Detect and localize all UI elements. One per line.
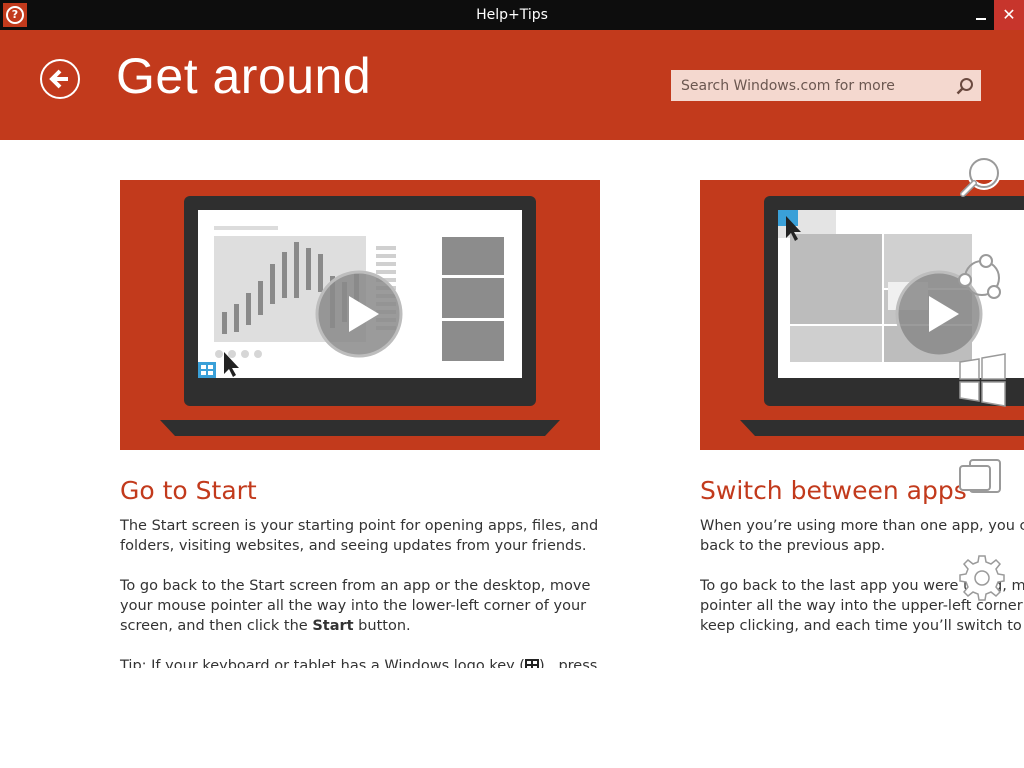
back-arrow-icon bbox=[49, 69, 68, 89]
card-description: The Start screen is your starting point … bbox=[120, 516, 600, 668]
paragraph: The Start screen is your starting point … bbox=[120, 518, 599, 554]
devices-charm[interactable] bbox=[950, 448, 1016, 508]
card-title: Go to Start bbox=[120, 476, 257, 505]
page-header: Get around bbox=[0, 30, 1024, 140]
page-title: Get around bbox=[116, 48, 372, 104]
tip-card-go-to-start: Go to Start The Start screen is your sta… bbox=[120, 180, 600, 668]
window-title: Help+Tips bbox=[476, 7, 548, 23]
windows-key-icon bbox=[524, 659, 539, 668]
text-span: button. bbox=[353, 618, 411, 634]
back-button[interactable] bbox=[40, 59, 80, 99]
paragraph: To go back to the Start screen from an a… bbox=[120, 576, 600, 636]
close-button[interactable]: ✕ bbox=[994, 0, 1024, 30]
content-area: Go to Start The Start screen is your sta… bbox=[0, 140, 1024, 668]
minimize-button[interactable] bbox=[966, 0, 994, 30]
devices-charm-icon bbox=[959, 459, 1001, 493]
search-input[interactable] bbox=[671, 70, 941, 101]
start-charm[interactable] bbox=[950, 350, 1016, 410]
search-charm[interactable] bbox=[950, 150, 1016, 210]
settings-charm[interactable] bbox=[950, 548, 1016, 608]
minimize-icon bbox=[976, 18, 986, 20]
charms-bar bbox=[950, 150, 1020, 601]
text-span: Tip: If your keyboard or tablet has a Wi… bbox=[120, 658, 525, 668]
paragraph: Tip: If your keyboard or tablet has a Wi… bbox=[120, 656, 600, 668]
share-charm-icon bbox=[958, 254, 1001, 299]
video-thumbnail-go-to-start[interactable] bbox=[120, 180, 600, 450]
search-icon[interactable] bbox=[955, 76, 975, 96]
card-title: Switch between apps bbox=[700, 476, 967, 505]
start-bold-text: Start bbox=[312, 618, 354, 634]
windows-logo-icon bbox=[959, 353, 1006, 407]
title-bar: ? Help+Tips ✕ bbox=[0, 0, 1024, 30]
share-charm[interactable] bbox=[950, 248, 1016, 308]
search-charm-icon bbox=[960, 156, 1001, 197]
search-box bbox=[671, 70, 981, 101]
gear-icon bbox=[959, 555, 1005, 601]
laptop-illustration bbox=[160, 196, 560, 436]
